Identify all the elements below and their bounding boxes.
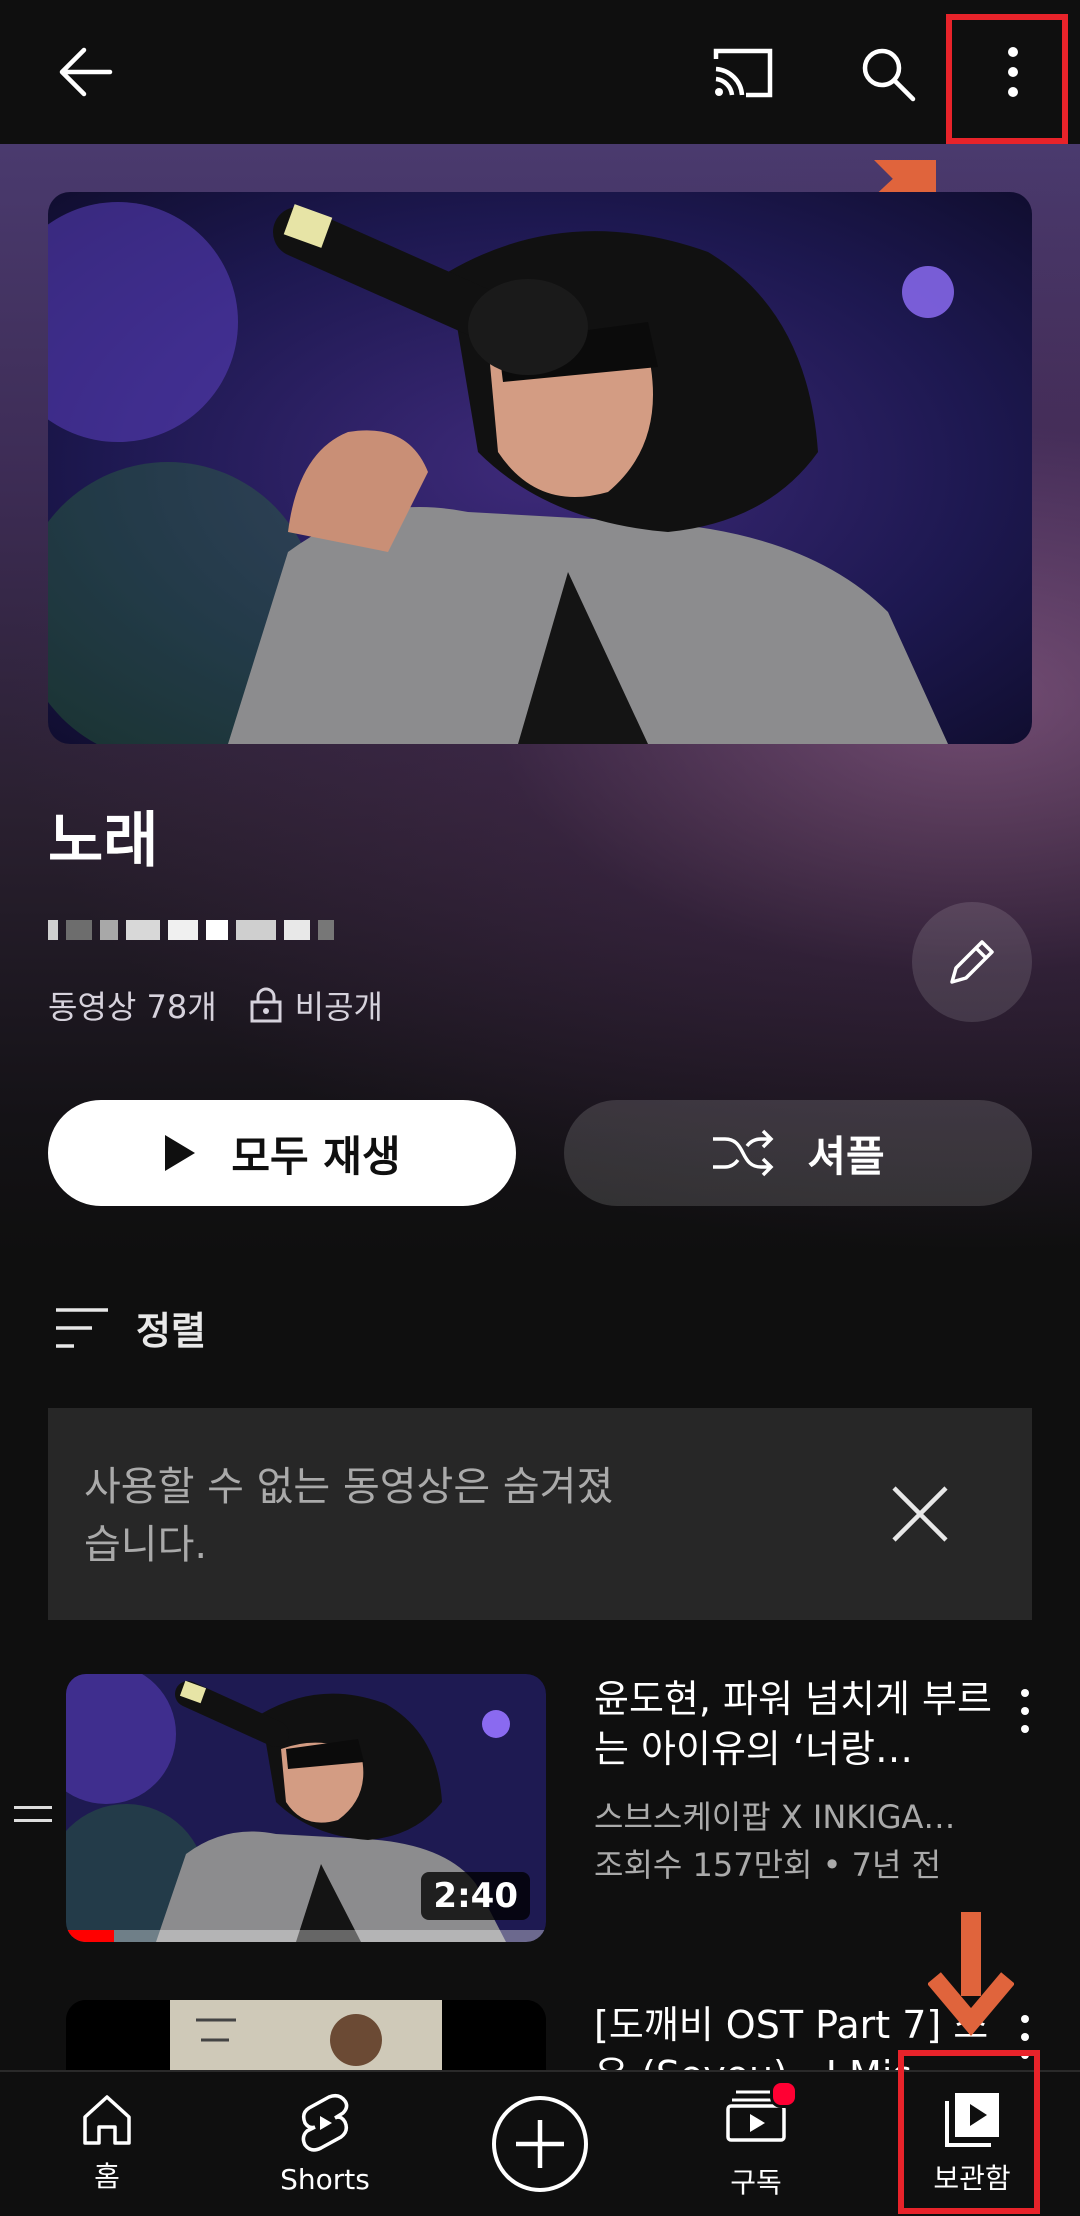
edit-playlist-button[interactable] [912,902,1032,1022]
video-thumbnail-image [66,2000,546,2070]
playlist-title: 노래 [48,806,159,876]
pencil-icon [950,940,994,984]
playlist-meta: 동영상 78개 비공개 [48,982,383,1028]
search-icon [862,48,916,102]
watch-progress-bar [66,1930,546,1942]
top-app-bar [0,0,1080,144]
highlight-box-library [898,2050,1040,2214]
shorts-icon [301,2093,349,2152]
play-icon [165,1135,196,1171]
back-button[interactable] [50,36,122,108]
shuffle-button[interactable]: 셔플 [564,1100,1032,1206]
nav-label: 홈 [94,2160,120,2193]
play-all-label: 모두 재생 [231,1131,401,1181]
watch-progress-fill [66,1930,114,1942]
sort-button[interactable]: 정렬 [54,1300,206,1355]
cast-button[interactable] [706,40,780,106]
video-thumbnail[interactable] [66,2000,546,2070]
close-icon[interactable] [880,1474,960,1554]
privacy-status: 비공개 [294,988,383,1026]
nav-home[interactable]: 홈 [52,2072,162,2216]
notification-dot [770,2079,798,2108]
create-icon [492,2096,588,2192]
video-channel: 스브스케이팝 X INKIGA… [594,1798,956,1836]
nav-label: Shorts [280,2162,370,2196]
video-count: 동영상 78개 [48,988,217,1026]
shuffle-label: 셔플 [807,1131,885,1181]
video-thumbnail[interactable]: 2:40 [66,1674,546,1942]
video-stats: 조회수 157만회 • 7년 전 [594,1846,942,1884]
shuffle-icon [713,1129,774,1177]
drag-handle-icon[interactable] [14,1806,52,1832]
video-duration: 2:40 [421,1872,530,1920]
nav-create[interactable] [484,2072,596,2216]
notice-text: 사용할 수 없는 동영상은 숨겨졌습니다. [84,1464,614,1568]
video-title[interactable]: 윤도현, 파워 넘치게 부르는 아이유의 ‘너랑… [594,1674,1014,1774]
annotation-arrow-down [928,1912,1014,2036]
playlist-owner-redacted[interactable] [48,912,378,948]
nav-subscriptions[interactable]: 구독 [700,2072,812,2216]
play-all-button[interactable]: 모두 재생 [48,1100,516,1206]
arrow-left-icon [59,47,113,97]
sort-label: 정렬 [136,1309,206,1353]
search-button[interactable] [852,38,924,110]
sort-icon [56,1307,108,1348]
home-icon [83,2095,131,2145]
singer-image [48,192,1032,744]
playlist-thumbnail[interactable] [48,192,1032,744]
lock-icon [250,987,282,1023]
nav-label: 구독 [730,2165,782,2199]
more-vertical-icon[interactable] [1010,1686,1040,1736]
highlight-box-more [946,14,1068,144]
cast-icon [713,48,773,98]
subscriptions-icon-wrap [724,2079,798,2151]
nav-shorts[interactable]: Shorts [262,2072,388,2216]
hidden-videos-notice: 사용할 수 없는 동영상은 숨겨졌습니다. [48,1408,1032,1620]
playlist-video-item[interactable]: 2:40 윤도현, 파워 넘치게 부르는 아이유의 ‘너랑… 스브스케이팝 X … [0,1674,1080,1954]
